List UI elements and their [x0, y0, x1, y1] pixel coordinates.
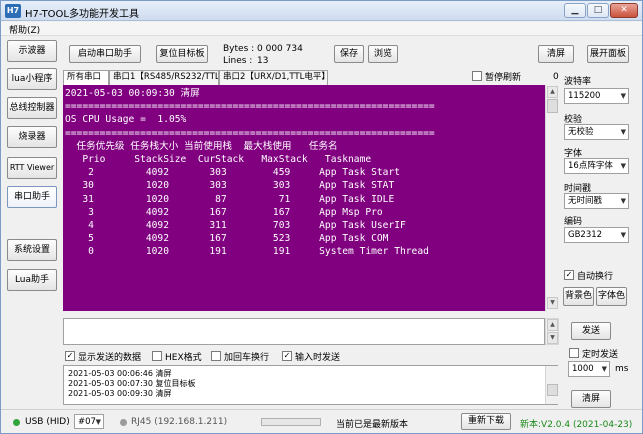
log-line: 2021-05-03 00:09:30 清屏	[68, 389, 172, 398]
auto-wrap-checkbox[interactable]: ✓	[564, 270, 574, 280]
send-on-input-label: 输入时发送	[295, 353, 341, 363]
log-scrollbar[interactable]	[545, 366, 558, 404]
timed-send-label: 定时发送	[582, 350, 619, 360]
scroll-up-icon[interactable]: ▲	[547, 319, 558, 331]
show-sent-label: 显示发送的数据	[78, 353, 142, 363]
device-select[interactable]: #07 ▼	[74, 414, 104, 429]
send-scrollbar[interactable]: ▲ ▼	[545, 318, 559, 345]
sidebar-item-oscilloscope[interactable]: 示波器	[7, 40, 57, 62]
close-icon[interactable]: ✕	[610, 3, 638, 18]
timed-send-checkbox[interactable]	[569, 348, 579, 358]
chevron-down-icon: ▼	[601, 365, 607, 373]
usb-status-icon	[13, 419, 20, 426]
version-text: 新本:V2.0.4 (2021-04-23)	[520, 420, 633, 430]
app-window: H7 H7-TOOL多功能开发工具 ▁ □ ✕ 帮助(Z) 示波器 lua小程序…	[0, 0, 643, 434]
terminal-scrollbar[interactable]: ▲ ▼	[545, 85, 559, 311]
status-bar: USB (HID) #07 ▼ RJ45 (192.168.1.211) 当前已是…	[1, 409, 642, 433]
app-icon: H7	[5, 4, 21, 18]
show-sent-checkbox[interactable]: ✓	[65, 351, 75, 361]
sidebar-item-bus-controller[interactable]: 总线控制器	[7, 97, 57, 119]
interval-unit: ms	[615, 364, 629, 374]
parity-select[interactable]: 无校验 ▼	[564, 124, 629, 140]
menu-bar: 帮助(Z)	[1, 22, 642, 36]
progress-bar	[261, 418, 321, 426]
scroll-down-icon[interactable]: ▼	[547, 332, 558, 344]
clear-log-button[interactable]: 清屏	[571, 390, 611, 408]
scroll-down-icon[interactable]: ▼	[547, 297, 558, 309]
scroll-up-icon[interactable]: ▲	[547, 86, 558, 98]
bytes-value: 0 000 734	[257, 44, 303, 54]
sidebar-item-programmer[interactable]: 烧录器	[7, 126, 57, 148]
tab-port1[interactable]: 串口1【RS485/RS232/TTL】	[109, 70, 219, 85]
chevron-down-icon: ▼	[95, 418, 101, 426]
usb-status: USB (HID)	[25, 417, 70, 427]
operation-log[interactable]: 2021-05-03 00:06:46 清屏 2021-05-03 00:07:…	[63, 365, 558, 405]
expand-panel-button[interactable]: 展开面板	[587, 45, 629, 63]
baud-label: 波特率	[564, 77, 592, 87]
hex-format-checkbox[interactable]	[152, 351, 162, 361]
add-cr-label: 加回车换行	[224, 353, 270, 363]
maximize-icon[interactable]: □	[587, 3, 609, 18]
interval-select[interactable]: 1000 ▼	[568, 361, 610, 377]
pause-refresh-label: 暂停刷新	[485, 73, 522, 83]
device-number: #07	[78, 417, 96, 427]
pause-refresh-checkbox[interactable]	[472, 71, 482, 81]
interval-value: 1000	[572, 364, 594, 374]
rj45-status: RJ45 (192.168.1.211)	[131, 417, 228, 427]
lines-label: Lines :	[223, 56, 253, 66]
timestamp-value: 无时间戳	[568, 196, 603, 206]
lines-value: 13	[257, 56, 269, 66]
chevron-down-icon: ▼	[620, 92, 626, 100]
font-value: 16点阵字体	[568, 161, 613, 171]
browse-button[interactable]: 浏览	[368, 45, 398, 63]
terminal-text: 2021-05-03 00:09:30 清屏 =================…	[65, 88, 435, 258]
chevron-down-icon: ▼	[620, 128, 626, 136]
rx-counter: 0	[553, 72, 559, 82]
tab-all-ports[interactable]: 所有串口	[63, 70, 109, 86]
encoding-label: 编码	[564, 217, 583, 227]
scroll-thumb[interactable]	[547, 99, 558, 113]
bg-color-button[interactable]: 背景色	[563, 287, 594, 306]
parity-value: 无校验	[568, 127, 594, 137]
tab-port2[interactable]: 串口2【URX/D1,TTL电平】	[219, 70, 328, 85]
sidebar-item-lua-program[interactable]: lua小程序	[7, 68, 57, 90]
redownload-button[interactable]: 重新下载	[461, 413, 511, 430]
chevron-down-icon: ▼	[620, 162, 626, 170]
chevron-down-icon: ▼	[620, 197, 626, 205]
save-button[interactable]: 保存	[334, 45, 364, 63]
send-on-input-checkbox[interactable]: ✓	[282, 351, 292, 361]
update-status: 当前已是最新版本	[336, 420, 409, 430]
sidebar-item-serial-assistant[interactable]: 串口助手	[7, 186, 57, 208]
encoding-select[interactable]: GB2312 ▼	[564, 227, 629, 243]
clear-screen-button[interactable]: 清屏	[538, 45, 574, 63]
encoding-value: GB2312	[568, 230, 603, 240]
window-title: H7-TOOL多功能开发工具	[25, 9, 139, 20]
baud-select[interactable]: 115200 ▼	[564, 88, 629, 104]
title-bar: H7 H7-TOOL多功能开发工具 ▁ □ ✕	[1, 1, 642, 21]
sidebar-item-system-settings[interactable]: 系统设置	[7, 239, 57, 261]
auto-wrap-label: 自动换行	[577, 272, 614, 282]
send-button[interactable]: 发送	[571, 322, 611, 340]
baud-value: 115200	[568, 91, 601, 101]
timestamp-select[interactable]: 无时间戳 ▼	[564, 193, 629, 209]
send-input[interactable]	[63, 318, 545, 345]
add-cr-checkbox[interactable]	[211, 351, 221, 361]
sidebar-item-lua-assistant[interactable]: Lua助手	[7, 269, 57, 291]
font-color-button[interactable]: 字体色	[596, 287, 627, 306]
reset-board-button[interactable]: 复位目标板	[156, 45, 208, 63]
rj45-status-icon	[120, 419, 127, 426]
minimize-icon[interactable]: ▁	[564, 3, 586, 18]
chevron-down-icon: ▼	[620, 231, 626, 239]
font-select[interactable]: 16点阵字体 ▼	[564, 158, 629, 174]
hex-format-label: HEX格式	[165, 353, 202, 363]
start-serial-button[interactable]: 启动串口助手	[69, 45, 141, 63]
bytes-label: Bytes :	[223, 44, 255, 54]
scroll-thumb[interactable]	[547, 384, 558, 396]
terminal-output[interactable]: 2021-05-03 00:09:30 清屏 =================…	[63, 85, 545, 311]
sidebar-item-rtt-viewer[interactable]: RTT Viewer	[7, 157, 57, 179]
menu-help[interactable]: 帮助(Z)	[9, 23, 40, 36]
